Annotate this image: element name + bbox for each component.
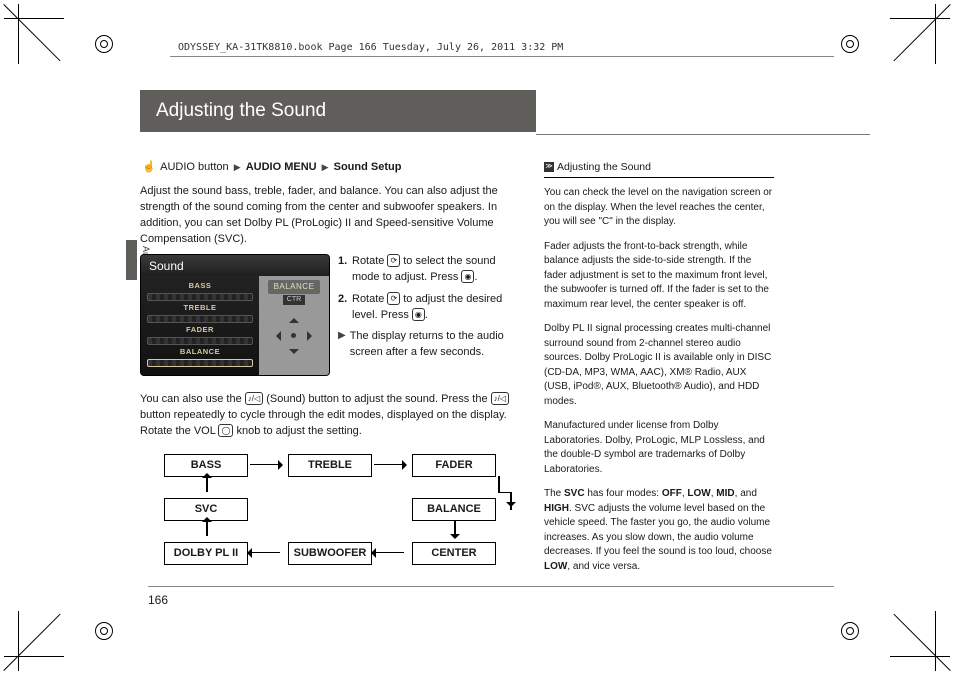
flow-box-center: CENTER: [412, 542, 496, 566]
chevron-right-icon: ▶: [322, 161, 329, 174]
footer-rule: [148, 586, 834, 587]
step-number: 1.: [338, 254, 352, 286]
sidebar-title: ≫Adjusting the Sound: [544, 160, 774, 178]
sound-button-icon: [491, 392, 509, 405]
sidebar-column: ≫Adjusting the Sound You can check the l…: [544, 160, 774, 584]
flow-arrow: [374, 464, 404, 466]
flow-arrow: [510, 492, 512, 510]
chevron-right-icon: ▶: [234, 161, 241, 174]
vol-knob-icon: [218, 424, 233, 437]
hand-icon: [140, 162, 158, 173]
crop-mark-top-right: [890, 4, 950, 64]
screenshot-row-label: FADER: [147, 325, 253, 336]
main-column: AUDIO button ▶ AUDIO MENU ▶ Sound Setup …: [140, 160, 518, 584]
sidebar-paragraph: The SVC has four modes: OFF, LOW, MID, a…: [544, 487, 774, 574]
flow-arrow: [498, 492, 510, 494]
joystick-icon: [269, 311, 319, 361]
steps-list: 1. Rotate to select the sound mode to ad…: [338, 254, 518, 362]
dial-icon: [387, 292, 400, 305]
dial-icon: [387, 254, 400, 267]
crop-mark-top-left: [4, 4, 64, 64]
step-note: ▶ The display returns to the audio scree…: [338, 329, 518, 361]
crop-mark-bottom-right: [890, 611, 950, 671]
flow-arrow: [206, 520, 208, 536]
registration-mark-icon: [84, 611, 124, 651]
enter-icon: [461, 270, 474, 283]
registration-mark-icon: [830, 611, 870, 651]
info-icon: ≫: [544, 162, 554, 172]
flow-box-subwoofer: SUBWOOFER: [288, 542, 372, 566]
enter-icon: [412, 308, 425, 321]
screenshot-sound-menu: Sound BASS TREBLE FADER BALANCE: [140, 254, 330, 376]
flow-arrow: [206, 476, 208, 492]
intro-paragraph: Adjust the sound bass, treble, fader, an…: [140, 184, 518, 248]
screenshot-title: Sound: [141, 255, 329, 276]
flow-arrow: [498, 476, 500, 492]
screenshot-balance-label: BALANCE: [268, 280, 321, 294]
flow-diagram: BASS TREBLE FADER SVC BALANCE DOLBY PL I…: [164, 454, 504, 584]
flow-arrow: [374, 552, 404, 554]
flow-box-dolby: DOLBY PL II: [164, 542, 248, 566]
chevron-right-icon: ▶: [338, 329, 346, 361]
page-content: Adjusting the Sound AUDIO button ▶ AUDIO…: [140, 90, 870, 584]
breadcrumb: AUDIO button ▶ AUDIO MENU ▶ Sound Setup: [140, 160, 518, 176]
sound-button-icon: [245, 392, 263, 405]
flow-arrow: [250, 464, 280, 466]
step-text: Rotate to adjust the desired level. Pres…: [352, 292, 518, 324]
flow-box-fader: FADER: [412, 454, 496, 478]
sidebar-paragraph: Manufactured under license from Dolby La…: [544, 419, 774, 477]
crop-mark-bottom-left: [4, 611, 64, 671]
below-paragraph: You can also use the (Sound) button to a…: [140, 392, 518, 440]
screenshot-row-label: BASS: [147, 281, 253, 292]
header-rule: [170, 56, 834, 57]
sidebar-paragraph: Fader adjusts the front-to-back strength…: [544, 240, 774, 313]
registration-mark-icon: [84, 24, 124, 64]
screenshot-row-label: TREBLE: [147, 303, 253, 314]
flow-arrow: [454, 520, 456, 536]
breadcrumb-item: AUDIO button: [160, 161, 228, 173]
step-number: 2.: [338, 292, 352, 324]
breadcrumb-item: Sound Setup: [334, 161, 402, 173]
section-tab: [126, 240, 137, 280]
flow-box-balance: BALANCE: [412, 498, 496, 522]
flow-box-treble: TREBLE: [288, 454, 372, 478]
title-rule: [536, 134, 870, 135]
registration-mark-icon: [830, 24, 870, 64]
sidebar-paragraph: Dolby PL II signal processing creates mu…: [544, 322, 774, 409]
header-stamp: ODYSSEY_KA-31TK8810.book Page 166 Tuesda…: [178, 42, 563, 53]
page-number: 166: [148, 593, 168, 607]
flow-arrow: [250, 552, 280, 554]
screenshot-row-label: BALANCE: [147, 347, 253, 358]
step-text: Rotate to select the sound mode to adjus…: [352, 254, 518, 286]
breadcrumb-item: AUDIO MENU: [246, 161, 317, 173]
page-title: Adjusting the Sound: [140, 90, 536, 132]
screenshot-ctr-label: CTR: [283, 295, 305, 305]
sidebar-paragraph: You can check the level on the navigatio…: [544, 186, 774, 230]
